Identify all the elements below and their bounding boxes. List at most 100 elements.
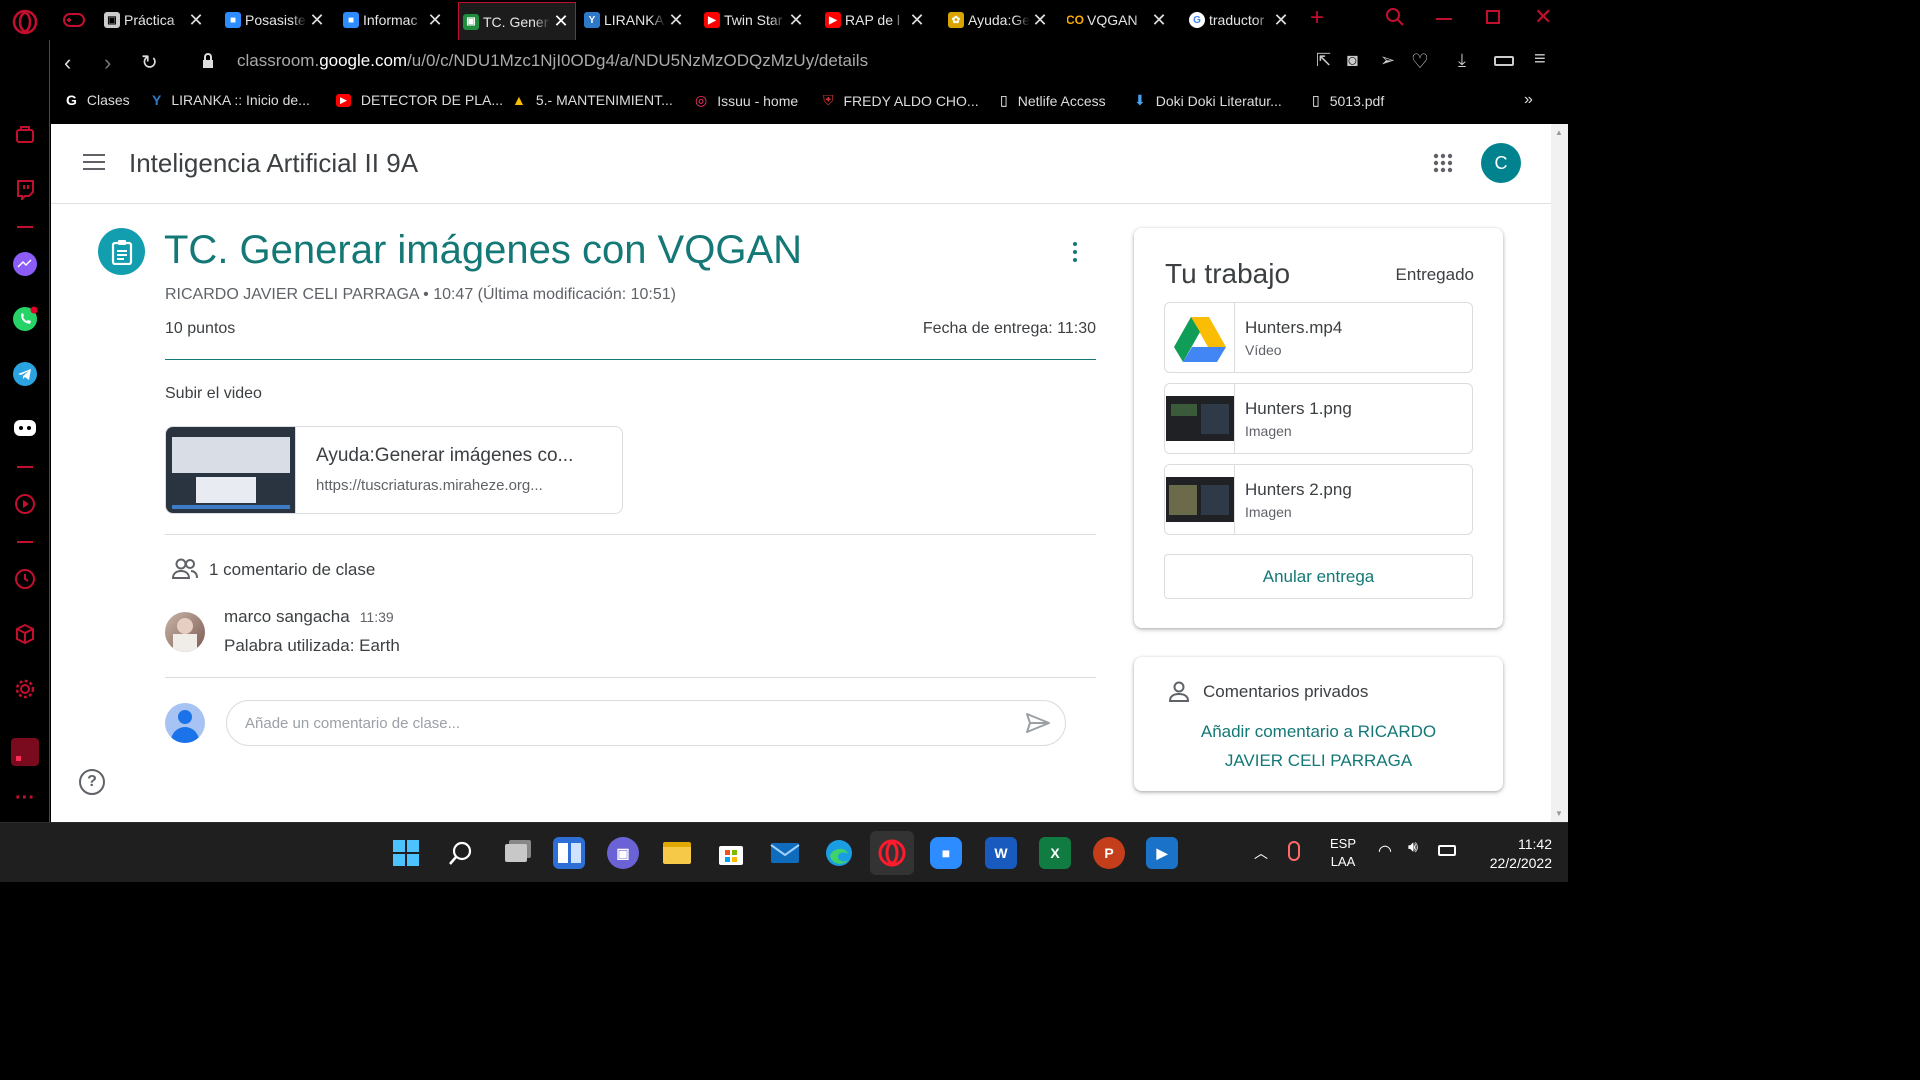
camera-icon[interactable]: ◙ — [1347, 50, 1358, 71]
messenger-icon[interactable] — [11, 250, 39, 278]
file-item[interactable]: Hunters.mp4 Vídeo — [1164, 302, 1473, 373]
discord-icon[interactable] — [11, 415, 39, 443]
minimize-icon[interactable] — [1436, 18, 1452, 20]
tab-9[interactable]: Gtraductor ✕ — [1189, 5, 1291, 35]
widgets-icon[interactable] — [553, 837, 585, 869]
class-comment-input[interactable]: Añade un comentario de clase... — [226, 700, 1066, 746]
extensions-cube-icon[interactable] — [11, 620, 39, 648]
edge-icon[interactable] — [823, 837, 855, 869]
teams-chat-icon[interactable]: ▣ — [607, 837, 639, 869]
shopping-icon[interactable] — [11, 120, 39, 148]
microphone-icon[interactable] — [1288, 841, 1300, 861]
more-vert-icon[interactable] — [1073, 242, 1077, 262]
heart-icon[interactable]: ♡ — [1411, 49, 1429, 74]
opera-logo-icon[interactable] — [11, 8, 39, 36]
more-bookmarks-icon[interactable]: » — [1524, 91, 1533, 109]
bookmark-5[interactable]: ⛨ FREDY ALDO CHO... — [823, 92, 979, 109]
close-window-icon[interactable]: ✕ — [1534, 4, 1552, 30]
page-scrollbar[interactable]: ▲ ▼ — [1551, 124, 1568, 822]
clock[interactable]: 11:42 22/2/2022 — [1472, 835, 1552, 873]
close-icon[interactable]: ✕ — [907, 10, 927, 31]
telegram-icon[interactable] — [11, 360, 39, 388]
tab-1[interactable]: ■ Posasisten ✕ — [225, 5, 327, 35]
file-item[interactable]: Hunters 2.png Imagen — [1164, 464, 1473, 535]
windows-start-icon[interactable] — [390, 837, 422, 869]
scroll-up-icon[interactable]: ▲ — [1555, 128, 1563, 137]
attachment-card[interactable]: Ayuda:Generar imágenes co... https://tus… — [165, 426, 623, 514]
send-comment-icon[interactable] — [1025, 712, 1051, 739]
reload-icon[interactable]: ↻ — [141, 50, 158, 75]
zoom-icon[interactable]: ■ — [930, 837, 962, 869]
volume-icon[interactable]: 🔊︎ — [1408, 839, 1418, 857]
opera-taskbar-icon[interactable] — [870, 831, 914, 875]
bookmark-3[interactable]: ▲ 5.- MANTENIMIENT... — [512, 92, 673, 108]
close-icon[interactable]: ✕ — [307, 10, 327, 31]
file-item[interactable]: Hunters 1.png Imagen — [1164, 383, 1473, 454]
close-icon[interactable]: ✕ — [1030, 10, 1050, 31]
task-view-icon[interactable] — [500, 837, 532, 869]
class-name[interactable]: Inteligencia Artificial II 9A — [129, 148, 418, 179]
account-avatar[interactable]: C — [1481, 143, 1521, 183]
class-comments-count[interactable]: 1 comentario de clase — [209, 560, 375, 580]
help-icon[interactable]: ? — [79, 769, 105, 795]
mail-icon[interactable] — [769, 837, 801, 869]
player-icon[interactable] — [11, 490, 39, 518]
history-icon[interactable] — [11, 565, 39, 593]
bookmark-7[interactable]: ⬇ Doki Doki Literatur... — [1134, 92, 1282, 109]
settings-gear-icon[interactable] — [11, 675, 39, 703]
apps-grid-icon[interactable] — [1433, 153, 1453, 178]
close-icon[interactable]: ✕ — [786, 10, 806, 31]
tab-8[interactable]: CO VQGAN ✕ — [1067, 5, 1169, 35]
bookmark-8[interactable]: ▯ 5013.pdf — [1312, 92, 1384, 109]
bookmark-2[interactable]: ▶ DETECTOR DE PLA... — [336, 92, 503, 108]
tab-3-active[interactable]: ▣ TC. Gener ✕ — [458, 2, 576, 40]
close-icon[interactable]: ✕ — [551, 11, 571, 32]
scroll-down-icon[interactable]: ▼ — [1555, 809, 1563, 818]
add-private-comment-link[interactable]: Añadir comentario a RICARDO JAVIER CELI P… — [1134, 717, 1503, 775]
powerpoint-icon[interactable]: P — [1093, 837, 1125, 869]
easy-setup-icon[interactable]: ≡ — [1534, 48, 1546, 71]
video-editor-icon[interactable]: ▶ — [1146, 837, 1178, 869]
close-icon[interactable]: ✕ — [1149, 10, 1169, 31]
close-icon[interactable]: ✕ — [666, 10, 686, 31]
tab-5[interactable]: ▶ Twin Star ✕ — [704, 5, 806, 35]
word-icon[interactable]: W — [985, 837, 1017, 869]
excel-icon[interactable]: X — [1039, 837, 1071, 869]
tab-6[interactable]: ▶ RAP de l ✕ — [825, 5, 927, 35]
battery-icon[interactable] — [1438, 845, 1456, 856]
close-icon[interactable]: ✕ — [186, 10, 206, 31]
url-field[interactable]: classroom.google.com/u/0/c/NDU1Mzc1NjI0O… — [237, 51, 868, 71]
battery-saver-icon[interactable] — [1494, 56, 1514, 66]
tab-7[interactable]: ✿ Ayuda:Ge ✕ — [948, 5, 1050, 35]
file-explorer-icon[interactable] — [661, 837, 693, 869]
new-tab-icon[interactable]: + — [1310, 4, 1324, 32]
unsubmit-button[interactable]: Anular entrega — [1164, 554, 1473, 599]
search-tabs-icon[interactable] — [1384, 6, 1406, 33]
workspace-icon[interactable] — [11, 738, 39, 766]
hamburger-menu-icon[interactable] — [83, 154, 105, 170]
bookmark-6[interactable]: ▯ Netlife Access — [1000, 92, 1106, 109]
back-icon[interactable]: ‹ — [64, 50, 71, 76]
language-indicator[interactable]: ESP LAA — [1316, 835, 1370, 871]
twitch-icon[interactable] — [11, 175, 39, 203]
more-options-icon[interactable]: ··· — [11, 784, 39, 812]
close-icon[interactable]: ✕ — [1271, 10, 1291, 31]
tab-4[interactable]: Y LIRANKA ✕ — [584, 5, 686, 35]
gamepad-icon[interactable] — [60, 6, 88, 34]
share-icon[interactable]: ⇱ — [1316, 50, 1331, 71]
tab-2[interactable]: ■ Informac ✕ — [343, 5, 445, 35]
search-icon[interactable] — [445, 837, 477, 869]
wifi-icon[interactable]: ◠ — [1378, 841, 1392, 861]
forward-icon[interactable]: › — [104, 50, 111, 76]
send-icon[interactable]: ➢ — [1380, 50, 1395, 71]
restore-icon[interactable] — [1486, 10, 1500, 24]
bookmark-0[interactable]: G Clases — [66, 92, 130, 108]
bookmark-4[interactable]: ◎ Issuu - home — [695, 92, 798, 109]
close-icon[interactable]: ✕ — [425, 10, 445, 31]
bookmark-1[interactable]: Y LIRANKA :: Inicio de... — [152, 92, 310, 108]
chevron-up-icon[interactable]: ︿ — [1254, 843, 1268, 863]
tab-0[interactable]: ▣ Práctica ✕ — [104, 5, 206, 35]
whatsapp-icon[interactable] — [11, 305, 39, 333]
download-icon[interactable]: ⤓ — [1458, 50, 1466, 71]
microsoft-store-icon[interactable] — [715, 837, 747, 869]
